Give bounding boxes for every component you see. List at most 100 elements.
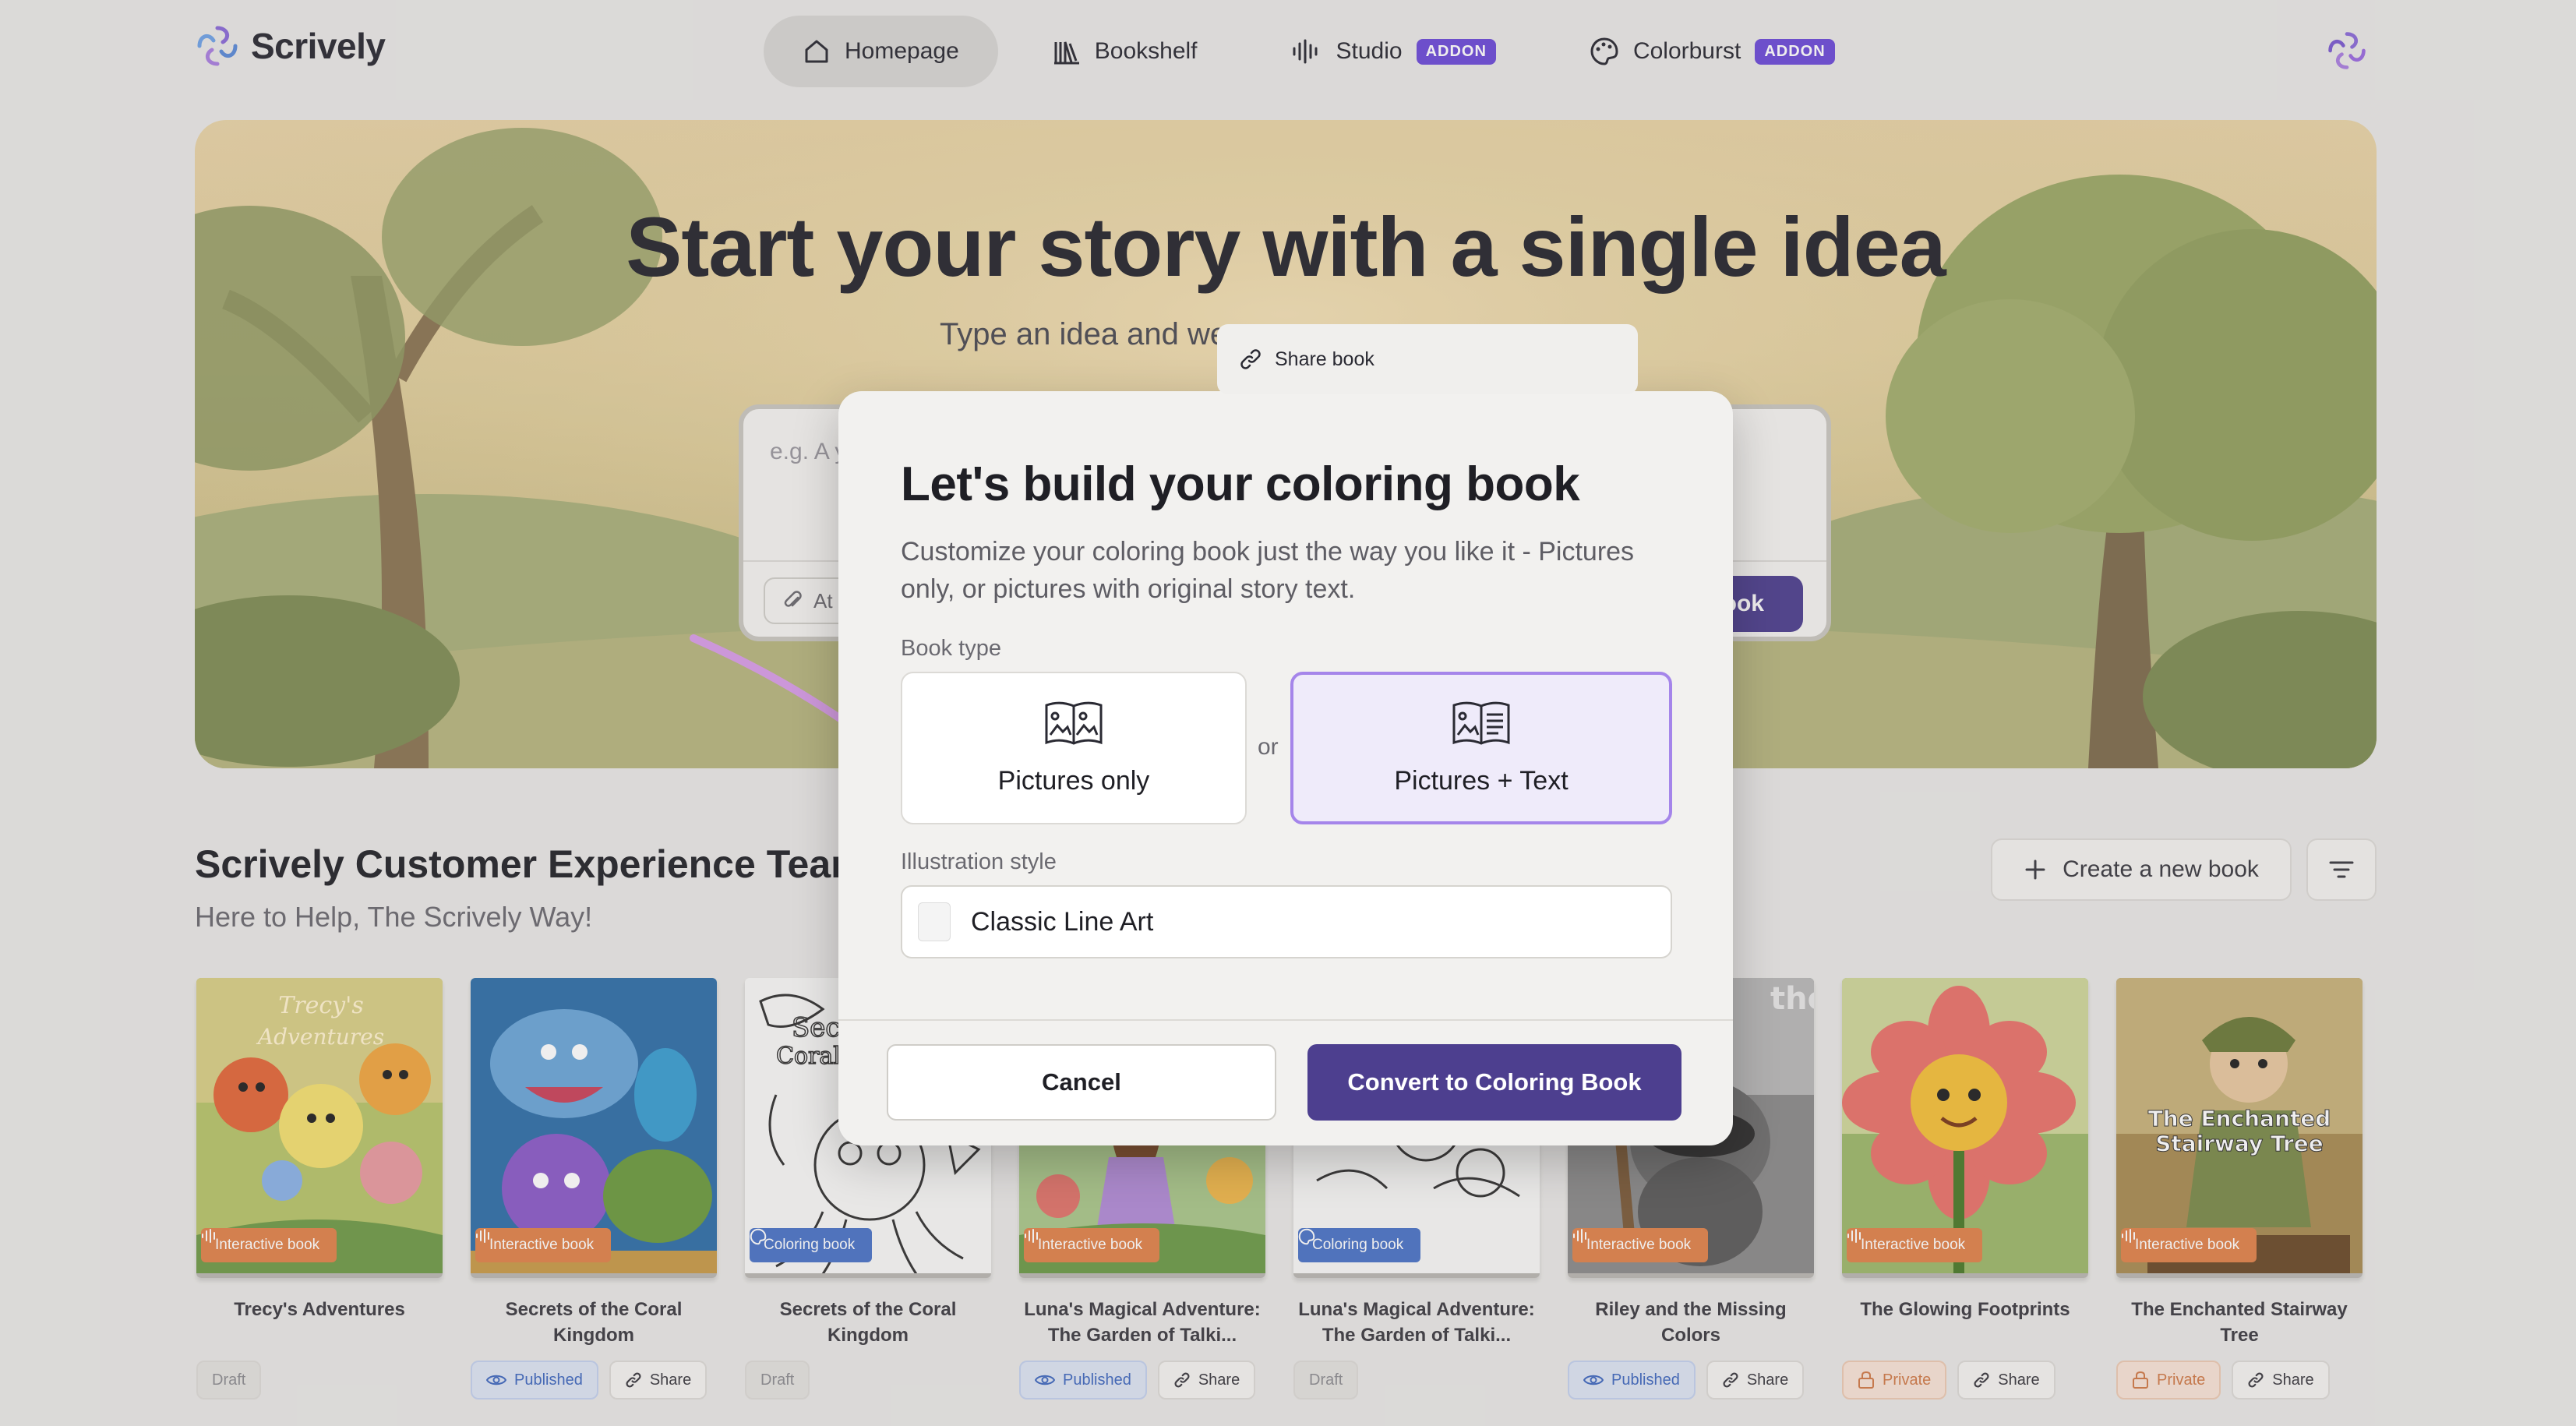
tab-homepage[interactable]: Homepage — [764, 16, 998, 87]
status-label: Private — [2157, 1371, 2206, 1389]
team-title: Scrively Customer Experience Team — [195, 842, 866, 886]
audio-wave-icon — [1025, 1229, 1038, 1243]
illustration-style-label: Illustration style — [901, 849, 1057, 874]
eye-icon — [1035, 1375, 1055, 1385]
share-button[interactable]: Share — [1157, 1361, 1256, 1400]
book-type-label: Interactive book — [215, 1237, 320, 1253]
team-subtitle: Here to Help, The Scrively Way! — [195, 901, 593, 933]
lock-icon — [2133, 1371, 2148, 1389]
status-badge: Private — [2116, 1361, 2221, 1400]
create-new-book-button[interactable]: Create a new book — [1991, 838, 2292, 901]
audio-wave-icon — [1847, 1229, 1861, 1243]
link-icon — [1174, 1372, 1190, 1388]
dialog-description: Customize your coloring book just the wa… — [901, 537, 1635, 604]
status-label: Published — [1063, 1371, 1131, 1389]
share-button[interactable]: Share — [609, 1361, 708, 1400]
tab-colorburst[interactable]: Colorburst ADDON — [1551, 16, 1874, 87]
link-icon — [1723, 1372, 1738, 1388]
book-actions: Private Share — [1842, 1361, 2088, 1400]
status-badge: Draft — [196, 1361, 262, 1400]
svg-text:Stairway Tree: Stairway Tree — [2155, 1131, 2324, 1156]
status-label: Draft — [1309, 1371, 1343, 1389]
scrively-logo-icon — [197, 26, 238, 66]
book-title: Luna's Magical Adventure: The Garden of … — [1024, 1299, 1261, 1346]
svg-text:Trecy's: Trecy's — [278, 992, 364, 1019]
book-actions: Published Share — [471, 1361, 717, 1400]
book-cover[interactable]: The Enchanted Stairway Tree Interactive … — [2116, 978, 2363, 1278]
convert-button[interactable]: Convert to Coloring Book — [1307, 1044, 1681, 1121]
audio-wave-icon — [202, 1229, 215, 1243]
status-badge: Published — [1019, 1361, 1147, 1400]
main-tabs: Homepage Bookshelf Studio ADDON Colorbur… — [764, 16, 1874, 87]
tab-studio-label: Studio — [1336, 38, 1403, 64]
palette-icon — [1298, 1228, 1315, 1245]
status-badge: Draft — [1293, 1361, 1359, 1400]
share-button[interactable]: Share — [1957, 1361, 2056, 1400]
app-logo[interactable]: Scrively — [195, 23, 386, 69]
svg-text:Adventures: Adventures — [256, 1024, 384, 1050]
status-label: Draft — [760, 1371, 795, 1389]
book-actions: Draft — [745, 1361, 991, 1400]
book-card[interactable]: The Enchanted Stairway Tree Interactive … — [2116, 978, 2363, 1400]
option-pictures-only[interactable]: Pictures only — [901, 672, 1247, 824]
book-actions: Draft — [1293, 1361, 1540, 1400]
book-actions: Draft — [196, 1361, 443, 1400]
book-cover[interactable]: Interactive book — [1842, 978, 2088, 1278]
book-title: The Glowing Footprints — [1860, 1299, 2070, 1320]
book-cover[interactable]: Interactive book — [471, 978, 717, 1278]
cancel-button[interactable]: Cancel — [887, 1044, 1276, 1121]
status-label: Draft — [212, 1371, 246, 1389]
user-menu-button[interactable] — [2326, 30, 2368, 76]
share-label: Share — [2272, 1371, 2314, 1389]
book-card[interactable]: Trecy's Adventures Interactive book Trec… — [196, 978, 443, 1400]
book-title: Secrets of the Coral Kingdom — [505, 1299, 683, 1346]
book-cover[interactable]: Trecy's Adventures Interactive book — [196, 978, 443, 1278]
book-text-icon — [1452, 701, 1510, 745]
book-type-label: Interactive book — [2135, 1237, 2240, 1253]
coloring-book-dialog: Let's build your coloring book Customize… — [838, 391, 1733, 1145]
audio-wave-icon — [2122, 1229, 2135, 1243]
palette-icon — [750, 1228, 767, 1245]
book-type-label: Interactive book — [1586, 1237, 1692, 1253]
book-type-badge: Coloring book — [1298, 1228, 1421, 1262]
illustration-style-select[interactable]: Classic Line Art — [901, 885, 1672, 958]
option-pictures-text[interactable]: Pictures + Text — [1290, 672, 1672, 824]
share-button[interactable]: Share — [1706, 1361, 1805, 1400]
filter-button[interactable] — [2306, 838, 2377, 901]
tab-bookshelf[interactable]: Bookshelf — [1014, 16, 1237, 87]
book-actions: Published Share — [1019, 1361, 1265, 1400]
book-actions: Private Share — [2116, 1361, 2363, 1400]
eye-icon — [486, 1375, 506, 1385]
illustration-style-value: Classic Line Art — [971, 906, 1154, 937]
audio-wave-icon — [1293, 39, 1318, 64]
tab-studio[interactable]: Studio ADDON — [1252, 16, 1535, 87]
book-card[interactable]: Interactive book Secrets of the Coral Ki… — [471, 978, 717, 1400]
share-book-menu-item[interactable]: Share book — [1217, 324, 1638, 394]
app-name: Scrively — [251, 26, 386, 66]
idea-input[interactable]: e.g. A y — [770, 439, 846, 465]
audio-wave-icon — [476, 1229, 489, 1243]
book-type-badge: Interactive book — [1572, 1228, 1709, 1262]
cancel-label: Cancel — [1042, 1068, 1121, 1096]
image-gallery-icon — [1045, 701, 1103, 745]
home-icon — [805, 40, 828, 63]
share-button[interactable]: Share — [2232, 1361, 2330, 1400]
create-new-book-label: Create a new book — [2063, 856, 2259, 882]
book-type-badge: Coloring book — [750, 1228, 873, 1262]
status-badge: Published — [471, 1361, 598, 1400]
lock-icon — [1858, 1371, 1874, 1389]
addon-badge: ADDON — [1416, 38, 1496, 65]
share-label: Share — [649, 1371, 692, 1389]
addon-badge: ADDON — [1755, 38, 1835, 65]
filter-icon — [2329, 861, 2354, 878]
book-type-badge: Interactive book — [1024, 1228, 1160, 1262]
style-thumbnail — [918, 902, 951, 941]
status-badge: Draft — [745, 1361, 810, 1400]
book-card[interactable]: Interactive book The Glowing Footprints … — [1842, 978, 2088, 1400]
book-type-label: Coloring book — [764, 1237, 856, 1253]
link-icon — [1974, 1372, 1989, 1388]
book-type-label: Book type — [901, 636, 1001, 661]
top-navigation: Scrively Homepage Bookshelf Studio ADDON… — [0, 0, 2576, 104]
status-badge: Private — [1842, 1361, 1947, 1400]
audio-wave-icon — [1573, 1229, 1586, 1243]
